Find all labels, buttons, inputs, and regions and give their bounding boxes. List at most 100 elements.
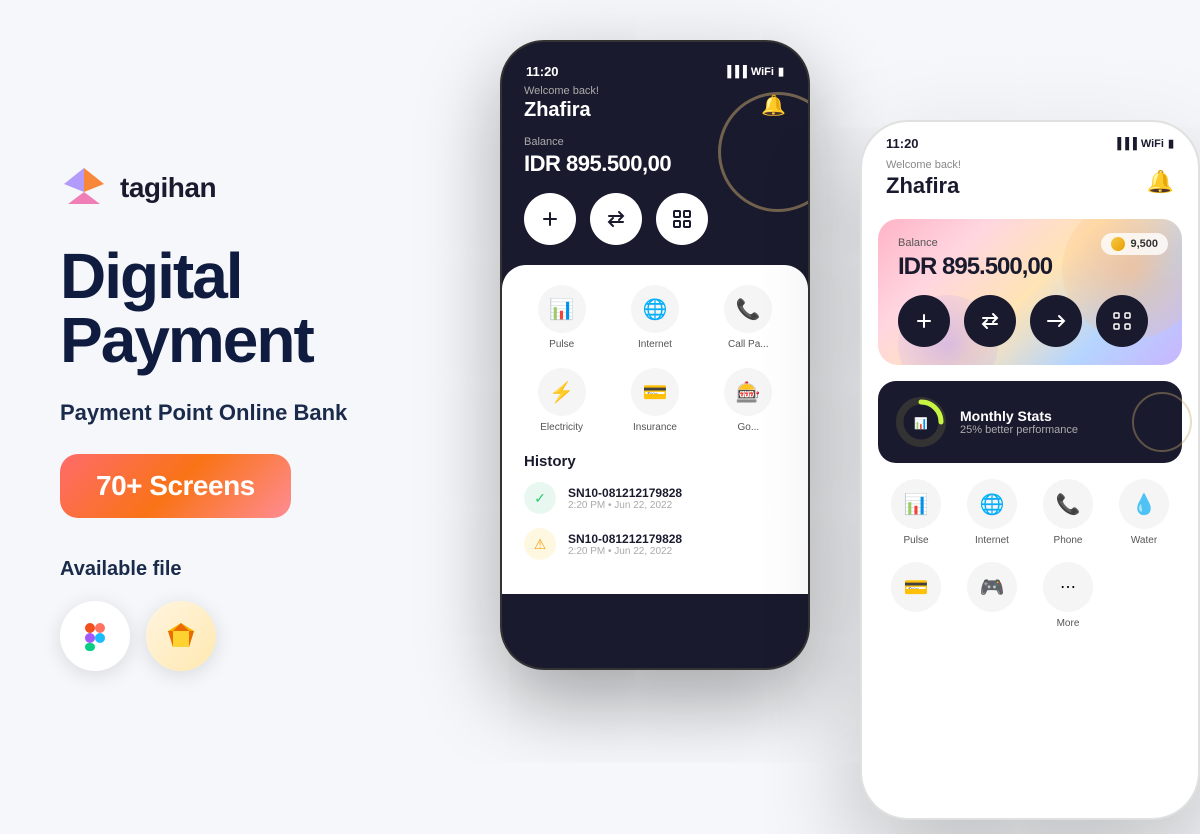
pulse-label-light: Pulse bbox=[903, 535, 928, 546]
service-insurance[interactable]: 💳 Insurance bbox=[617, 368, 692, 433]
transfer-button-light[interactable] bbox=[964, 295, 1016, 347]
welcome-dark: Welcome back! bbox=[524, 85, 599, 97]
coin-badge: 9,500 bbox=[1101, 233, 1168, 255]
services-grid: 📊 Pulse 🌐 Internet 📞 Call Pa... ⚡ Electr… bbox=[524, 285, 786, 433]
file-icons-row bbox=[60, 601, 440, 671]
add-button-light[interactable] bbox=[898, 295, 950, 347]
history-section: History ✓ SN10-081212179828 2:20 PM • Ju… bbox=[524, 453, 786, 560]
pulse-icon-light: 📊 bbox=[891, 479, 941, 529]
logo-row: tagihan bbox=[60, 164, 440, 212]
battery-icon-light: ▮ bbox=[1168, 137, 1174, 150]
coin-value: 9,500 bbox=[1130, 238, 1158, 250]
service-water-light[interactable]: 💧 Water bbox=[1119, 479, 1169, 546]
phone-front-notch bbox=[970, 122, 1090, 146]
history-item-2[interactable]: ⚠ SN10-081212179828 2:20 PM • Jun 22, 20… bbox=[524, 528, 786, 560]
history-sn-1: SN10-081212179828 bbox=[568, 486, 786, 500]
service-electricity[interactable]: ⚡ Electricity bbox=[524, 368, 599, 433]
bell-icon-light[interactable]: 🔔 bbox=[1147, 169, 1174, 195]
service-go[interactable]: 🎰 Go... bbox=[711, 368, 786, 433]
callpa-label: Call Pa... bbox=[728, 339, 769, 350]
history-time-1: 2:20 PM • Jun 22, 2022 bbox=[568, 500, 786, 511]
service-placeholder bbox=[1119, 562, 1169, 629]
balance-amount-light: IDR 895.500,00 bbox=[898, 253, 1162, 281]
signal-icon: ▐▐▐ bbox=[723, 66, 746, 78]
screens-badge: 70+ Screens bbox=[60, 454, 291, 518]
figma-icon-circle[interactable] bbox=[60, 601, 130, 671]
service-callpa[interactable]: 📞 Call Pa... bbox=[711, 285, 786, 350]
wifi-icon-light: WiFi bbox=[1141, 138, 1164, 150]
internet-label-light: Internet bbox=[975, 535, 1009, 546]
history-sn-2: SN10-081212179828 bbox=[568, 532, 786, 546]
go-icon: 🎰 bbox=[724, 368, 772, 416]
scan-button-dark[interactable] bbox=[656, 193, 708, 245]
hero-headline: Digital Payment bbox=[60, 244, 440, 372]
history-info-1: SN10-081212179828 2:20 PM • Jun 22, 2022 bbox=[568, 486, 786, 511]
user-name-dark: Zhafira bbox=[524, 99, 599, 122]
action-buttons-light bbox=[898, 295, 1162, 347]
phone-icon-light: 📞 bbox=[1043, 479, 1093, 529]
sketch-icon-circle[interactable] bbox=[146, 601, 216, 671]
service-pulse[interactable]: 📊 Pulse bbox=[524, 285, 599, 350]
stats-arc-deco bbox=[1132, 392, 1192, 452]
history-icon-success: ✓ bbox=[524, 482, 556, 514]
status-icons-dark: ▐▐▐ WiFi ▮ bbox=[723, 65, 784, 78]
scan-icon-dark bbox=[671, 208, 693, 230]
figma-icon bbox=[80, 621, 110, 651]
sketch-icon bbox=[166, 621, 196, 651]
services-row-1: 📊 Pulse 🌐 Internet 📞 Phone 💧 Water bbox=[878, 479, 1182, 546]
time-light: 11:20 bbox=[886, 136, 919, 151]
service-internet-light[interactable]: 🌐 Internet bbox=[967, 479, 1017, 546]
history-title: History bbox=[524, 453, 786, 470]
hero-subtitle: Payment Point Online Bank bbox=[60, 400, 440, 426]
signal-icon-light: ▐▐▐ bbox=[1113, 138, 1136, 150]
insurance-icon: 💳 bbox=[631, 368, 679, 416]
history-icon-warning: ⚠ bbox=[524, 528, 556, 560]
send-button-light[interactable] bbox=[1030, 295, 1082, 347]
transfer-icon-dark bbox=[605, 208, 627, 230]
water-icon-light: 💧 bbox=[1119, 479, 1169, 529]
pulse-icon: 📊 bbox=[538, 285, 586, 333]
stats-arc-svg: 📊 bbox=[896, 397, 946, 447]
service-more-light[interactable]: ⋯ More bbox=[1043, 562, 1093, 629]
battery-icon: ▮ bbox=[778, 65, 784, 78]
left-panel: tagihan Digital Payment Payment Point On… bbox=[60, 0, 440, 834]
phones-area: 11:20 ▐▐▐ WiFi ▮ Welcome back! Zhafira 🔔 bbox=[440, 30, 1200, 830]
history-item-1[interactable]: ✓ SN10-081212179828 2:20 PM • Jun 22, 20… bbox=[524, 482, 786, 514]
callpa-icon: 📞 bbox=[724, 285, 772, 333]
plus-icon-dark bbox=[539, 208, 561, 230]
go-label: Go... bbox=[737, 422, 759, 433]
phone-front: 11:20 ▐▐▐ WiFi ▮ Welcome back! Zhafira 🔔 bbox=[860, 120, 1200, 820]
screens-count: 70+ Screens bbox=[96, 470, 255, 502]
add-button-dark[interactable] bbox=[524, 193, 576, 245]
light-header: Welcome back! Zhafira 🔔 bbox=[862, 151, 1198, 215]
phone-back: 11:20 ▐▐▐ WiFi ▮ Welcome back! Zhafira 🔔 bbox=[500, 40, 810, 670]
scan-button-light[interactable] bbox=[1096, 295, 1148, 347]
internet-icon-light: 🌐 bbox=[967, 479, 1017, 529]
game-icon-light: 🎮 bbox=[967, 562, 1017, 612]
service-internet[interactable]: 🌐 Internet bbox=[617, 285, 692, 350]
monthly-stats[interactable]: 📊 Monthly Stats 25% better performance bbox=[878, 381, 1182, 463]
svg-text:📊: 📊 bbox=[914, 417, 928, 430]
stats-chart: 📊 bbox=[896, 397, 946, 447]
card-icon-light: 💳 bbox=[891, 562, 941, 612]
more-label-light: More bbox=[1057, 618, 1080, 629]
light-phone-content: 11:20 ▐▐▐ WiFi ▮ Welcome back! Zhafira 🔔 bbox=[862, 122, 1198, 818]
service-pulse-light[interactable]: 📊 Pulse bbox=[891, 479, 941, 546]
tagihan-logo-icon bbox=[60, 164, 108, 212]
phone-label-light: Phone bbox=[1054, 535, 1083, 546]
service-game-light[interactable]: 🎮 bbox=[967, 562, 1017, 629]
transfer-button-dark[interactable] bbox=[590, 193, 642, 245]
wifi-icon: WiFi bbox=[751, 66, 774, 78]
status-icons-light: ▐▐▐ WiFi ▮ bbox=[1113, 137, 1174, 150]
light-services: 📊 Pulse 🌐 Internet 📞 Phone 💧 Water bbox=[862, 479, 1198, 629]
coin-dot bbox=[1111, 237, 1125, 251]
dark-services-grid: 📊 Pulse 🌐 Internet 📞 Call Pa... ⚡ Electr… bbox=[502, 265, 808, 594]
electricity-icon: ⚡ bbox=[538, 368, 586, 416]
service-card-light[interactable]: 💳 bbox=[891, 562, 941, 629]
scan-icon-light bbox=[1112, 311, 1132, 331]
service-phone-light[interactable]: 📞 Phone bbox=[1043, 479, 1093, 546]
insurance-label: Insurance bbox=[633, 422, 677, 433]
balance-card: 9,500 Balance IDR 895.500,00 bbox=[878, 219, 1182, 365]
services-row-2: 💳 🎮 ⋯ More bbox=[878, 562, 1182, 629]
send-icon-light bbox=[1046, 311, 1066, 331]
